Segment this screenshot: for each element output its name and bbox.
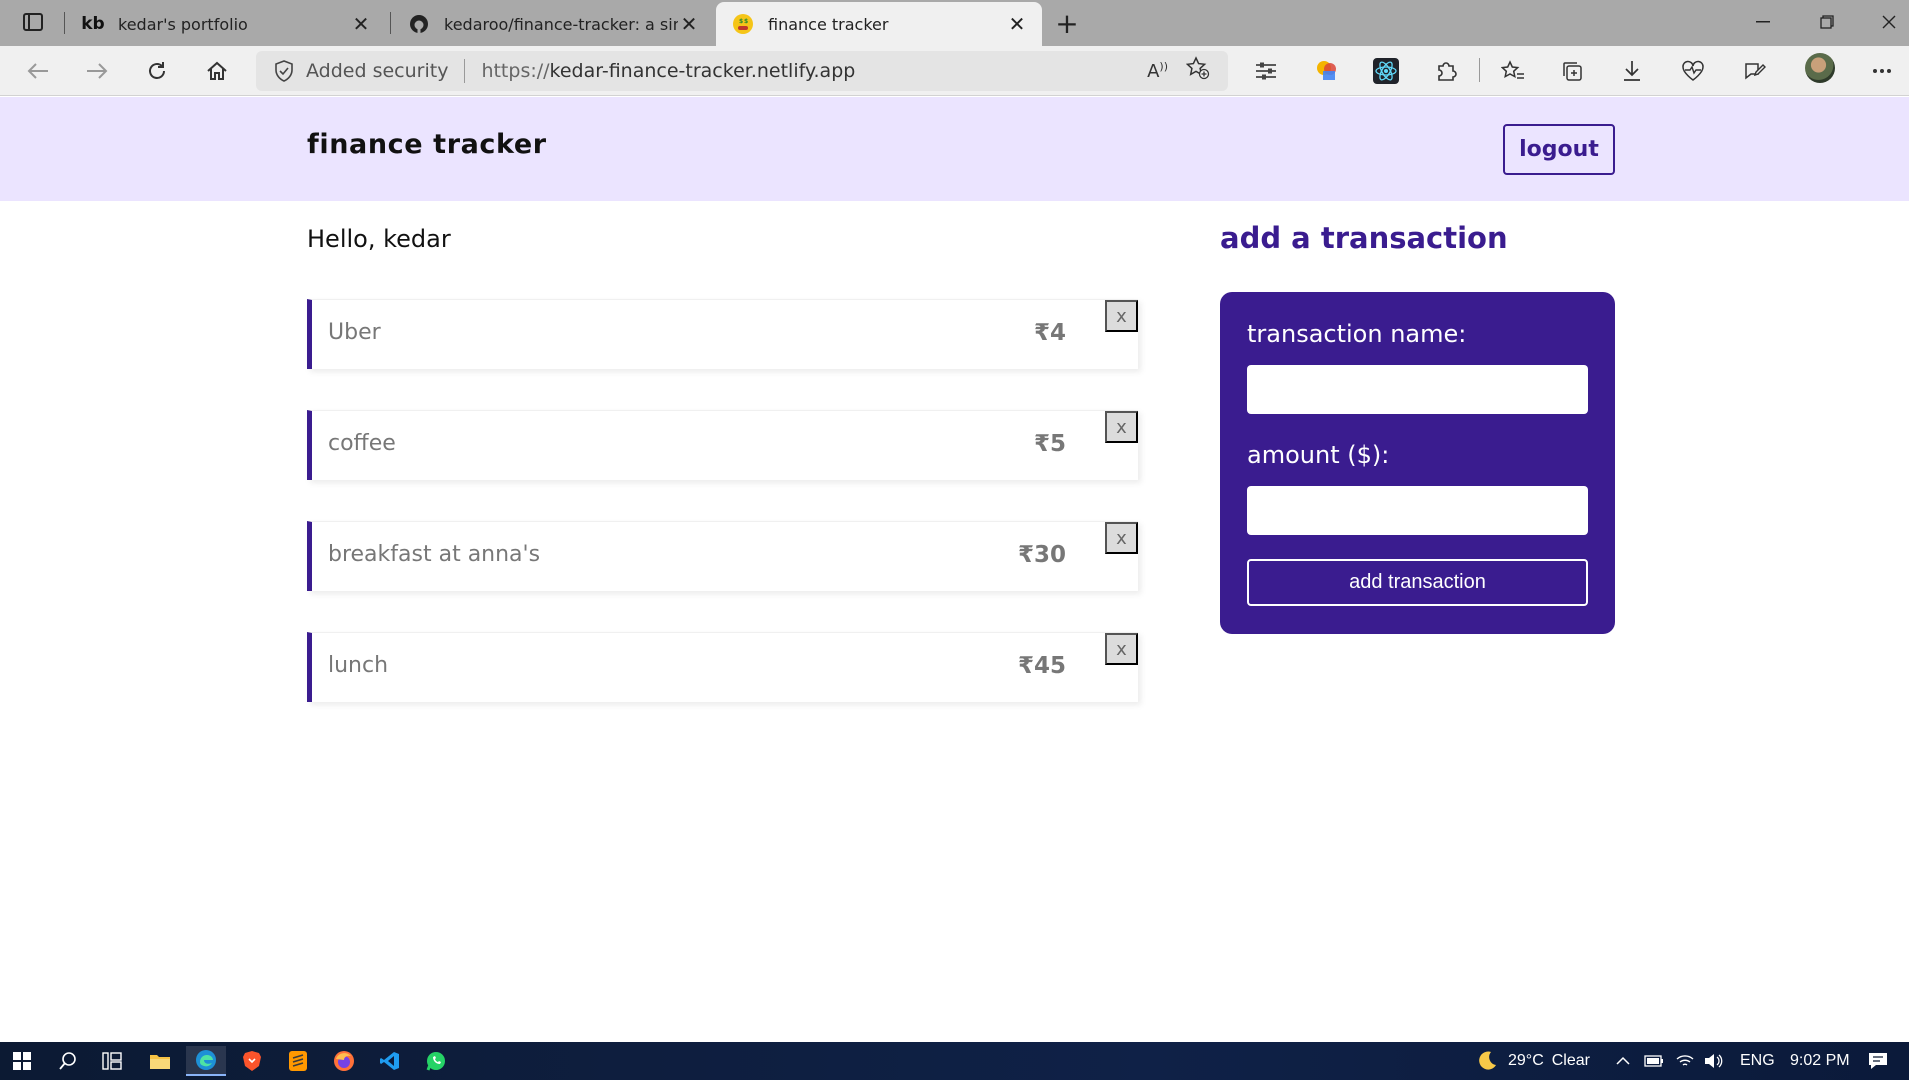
windows-start-icon[interactable] — [2, 1046, 42, 1076]
delete-transaction-button[interactable]: x — [1105, 411, 1138, 443]
downloads-icon[interactable] — [1616, 55, 1648, 87]
brave-browser-icon[interactable] — [232, 1046, 272, 1076]
weather-desc: Clear — [1551, 1052, 1590, 1069]
file-explorer-icon[interactable] — [140, 1046, 180, 1076]
kb-favicon: kb — [81, 14, 105, 34]
sliders-extension-icon[interactable] — [1250, 55, 1282, 87]
add-favorite-icon[interactable] — [1185, 56, 1210, 86]
volume-icon[interactable] — [1704, 1042, 1724, 1080]
close-window-icon[interactable] — [1862, 6, 1909, 38]
tab-title: kedar's portfolio — [118, 14, 248, 34]
transaction-amount: ₹5 — [1033, 431, 1066, 457]
app-navbar: finance tracker logout — [0, 97, 1909, 201]
transaction-amount: ₹4 — [1033, 320, 1066, 346]
transaction-name-label: transaction name: — [1247, 320, 1467, 348]
battery-icon[interactable] — [1644, 1042, 1664, 1080]
read-aloud-icon[interactable]: A)) — [1147, 60, 1168, 82]
transaction-name-input[interactable] — [1247, 365, 1588, 414]
transaction-item: Uber ₹4 x — [307, 299, 1138, 369]
more-options-icon[interactable] — [1866, 55, 1898, 87]
url-prefix: https:// — [481, 60, 550, 82]
close-tab-icon[interactable]: ✕ — [678, 12, 700, 36]
close-tab-icon[interactable]: ✕ — [350, 12, 372, 36]
transaction-item: coffee ₹5 x — [307, 410, 1138, 480]
browser-tab-bar: kb kedar's portfolio ✕ kedaroo/finance-t… — [0, 0, 1909, 46]
clock[interactable]: 9:02 PM — [1790, 1042, 1850, 1080]
tab-actions-icon[interactable] — [16, 10, 50, 34]
moon-icon — [1479, 1051, 1496, 1070]
weather-temp: 29°C — [1508, 1052, 1544, 1069]
url-host: kedar-finance-tracker.netlify.app — [549, 60, 856, 82]
windows-taskbar: 29°C Clear ENG 9:02 PM — [0, 1042, 1909, 1080]
tab-portfolio[interactable]: kb kedar's portfolio ✕ — [66, 2, 386, 46]
minimize-icon[interactable] — [1736, 6, 1790, 38]
collections-icon[interactable] — [1556, 55, 1588, 87]
notifications-icon[interactable] — [1868, 1042, 1888, 1080]
shield-icon[interactable] — [272, 59, 296, 83]
amount-label: amount ($): — [1247, 441, 1390, 469]
browser-toolbar: Added security https://kedar-finance-tra… — [0, 46, 1909, 96]
github-icon — [406, 13, 432, 35]
extensions-puzzle-icon[interactable] — [1430, 55, 1462, 87]
feedback-icon[interactable] — [1738, 55, 1770, 87]
task-view-icon[interactable] — [92, 1046, 132, 1076]
tab-finance-tracker[interactable]: $ $ finance tracker ✕ — [716, 2, 1042, 46]
address-bar[interactable]: Added security https://kedar-finance-tra… — [256, 51, 1228, 91]
vscode-icon[interactable] — [370, 1046, 410, 1076]
sublime-text-icon[interactable] — [278, 1046, 318, 1076]
refresh-icon[interactable] — [139, 53, 175, 89]
amount-input[interactable] — [1247, 486, 1588, 535]
search-icon[interactable] — [48, 1046, 88, 1076]
transaction-amount: ₹45 — [1017, 653, 1066, 679]
logout-button[interactable]: logout — [1503, 124, 1615, 175]
transaction-amount: ₹30 — [1017, 542, 1066, 568]
tab-separator — [390, 12, 391, 34]
firefox-icon[interactable] — [324, 1046, 364, 1076]
favorites-icon[interactable] — [1497, 55, 1529, 87]
svg-text:$: $ — [739, 18, 743, 25]
home-icon[interactable] — [199, 53, 235, 89]
transaction-name: Uber — [328, 320, 381, 345]
page: finance tracker logout Hello, kedar Uber… — [0, 97, 1909, 1041]
tab-title: finance tracker — [768, 14, 889, 34]
delete-transaction-button[interactable]: x — [1105, 633, 1138, 665]
form-title: add a transaction — [1220, 221, 1508, 255]
edge-browser-icon[interactable] — [186, 1046, 226, 1076]
delete-transaction-button[interactable]: x — [1105, 522, 1138, 554]
transaction-name: lunch — [328, 653, 389, 678]
transaction-name: breakfast at anna's — [328, 542, 541, 567]
address-separator — [464, 59, 466, 83]
language-indicator[interactable]: ENG — [1740, 1042, 1775, 1080]
svg-text:$: $ — [744, 18, 748, 25]
money-face-icon: $ $ — [730, 13, 756, 35]
performance-heart-icon[interactable] — [1677, 55, 1709, 87]
tab-title: kedaroo/finance-tracker: a simpl — [444, 14, 678, 34]
transaction-name: coffee — [328, 431, 396, 456]
show-hidden-icons-icon[interactable] — [1616, 1042, 1630, 1080]
close-tab-icon[interactable]: ✕ — [1006, 12, 1028, 36]
profile-avatar[interactable] — [1805, 53, 1835, 83]
weather-widget[interactable]: 29°C Clear — [1476, 1042, 1590, 1080]
security-label: Added security — [306, 60, 449, 82]
toolbar-divider — [1479, 58, 1480, 82]
transaction-item: lunch ₹45 x — [307, 632, 1138, 702]
greeting: Hello, kedar — [307, 225, 451, 253]
tab-separator — [64, 12, 65, 34]
add-transaction-form: transaction name: amount ($): add transa… — [1220, 292, 1615, 634]
forward-arrow-icon[interactable] — [79, 53, 115, 89]
wifi-icon[interactable] — [1676, 1042, 1694, 1080]
new-tab-button[interactable]: + — [1052, 7, 1082, 40]
whatsapp-icon[interactable] — [416, 1046, 456, 1076]
colorful-extension-icon[interactable] — [1311, 55, 1343, 87]
delete-transaction-button[interactable]: x — [1105, 300, 1138, 332]
url-text[interactable]: https://kedar-finance-tracker.netlify.ap… — [481, 60, 855, 82]
react-devtools-icon[interactable] — [1370, 55, 1402, 87]
app-brand[interactable]: finance tracker — [307, 129, 547, 160]
tab-github[interactable]: kedaroo/finance-tracker: a simpl ✕ — [392, 2, 714, 46]
restore-icon[interactable] — [1800, 6, 1854, 38]
transaction-item: breakfast at anna's ₹30 x — [307, 521, 1138, 591]
add-transaction-button[interactable]: add transaction — [1247, 559, 1588, 606]
back-arrow-icon[interactable] — [20, 53, 56, 89]
transaction-list: Uber ₹4 x coffee ₹5 x breakfast at anna'… — [307, 299, 1138, 743]
